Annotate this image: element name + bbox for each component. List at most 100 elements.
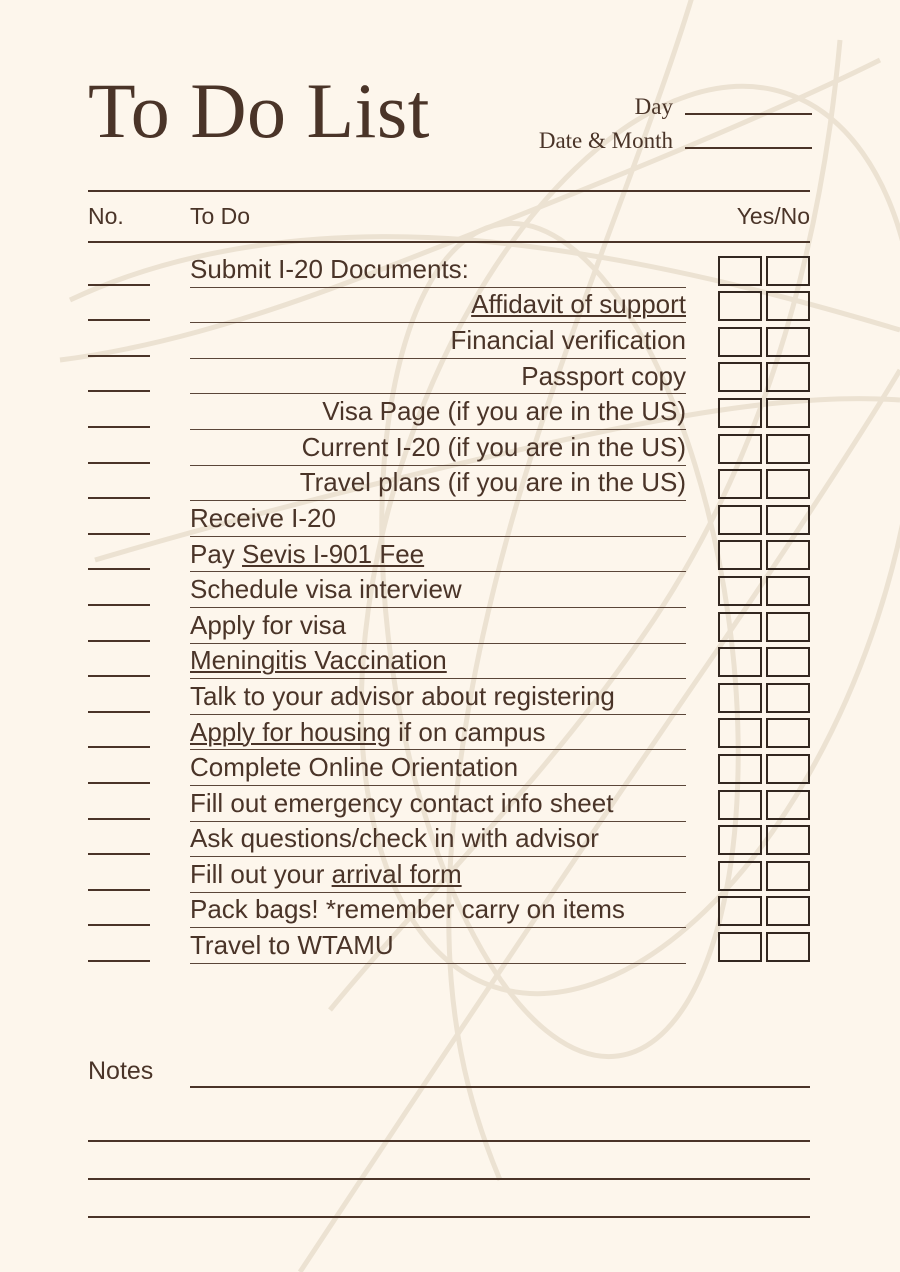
task-text: Pay Sevis I-901 Fee: [190, 541, 686, 567]
table-row: Meningitis Vaccination: [88, 644, 810, 680]
yes-checkbox[interactable]: [718, 753, 762, 784]
row-number-input-line[interactable]: [88, 888, 150, 891]
yes-checkbox[interactable]: [718, 326, 762, 357]
day-label: Day: [634, 94, 673, 119]
row-number-input-line[interactable]: [88, 817, 150, 820]
row-number-input-line[interactable]: [88, 924, 150, 927]
no-checkbox[interactable]: [766, 753, 810, 784]
yes-checkbox[interactable]: [718, 540, 762, 571]
row-number-input-line[interactable]: [88, 425, 150, 428]
row-number-input-line[interactable]: [88, 639, 150, 642]
task-text: Travel plans (if you are in the US): [190, 469, 686, 495]
row-number-input-line[interactable]: [88, 746, 150, 749]
task-cell: Receive I-20: [190, 500, 686, 537]
table-row: Ask questions/check in with advisor: [88, 822, 810, 858]
yes-no-checkboxes: [718, 825, 810, 856]
yes-checkbox[interactable]: [718, 860, 762, 891]
row-number-input-line[interactable]: [88, 319, 150, 322]
row-number-input-line[interactable]: [88, 354, 150, 357]
no-checkbox[interactable]: [766, 931, 810, 962]
no-checkbox[interactable]: [766, 825, 810, 856]
column-header-no: No.: [88, 203, 124, 229]
row-number-input-line[interactable]: [88, 497, 150, 500]
task-link[interactable]: Sevis I-901 Fee: [242, 539, 424, 569]
yes-checkbox[interactable]: [718, 789, 762, 820]
table-row: Pack bags! *remember carry on items: [88, 893, 810, 929]
task-cell: Ask questions/check in with advisor: [190, 821, 686, 858]
notes-line-2[interactable]: [88, 1140, 810, 1142]
yes-checkbox[interactable]: [718, 255, 762, 286]
task-cell: Meningitis Vaccination: [190, 643, 686, 680]
date-month-input-line[interactable]: [685, 147, 812, 149]
no-checkbox[interactable]: [766, 611, 810, 642]
yes-checkbox[interactable]: [718, 896, 762, 927]
table-row: Affidavit of support: [88, 288, 810, 324]
column-header-yesno: Yes/No: [736, 203, 810, 229]
task-cell: Travel plans (if you are in the US): [190, 465, 686, 502]
no-checkbox[interactable]: [766, 326, 810, 357]
header-meta: Day Date & Month: [470, 88, 812, 156]
yes-checkbox[interactable]: [718, 433, 762, 464]
no-checkbox[interactable]: [766, 504, 810, 535]
table-row: Fill out your arrival form: [88, 857, 810, 893]
yes-no-checkboxes: [718, 647, 810, 678]
row-number-input-line[interactable]: [88, 532, 150, 535]
row-number-input-line[interactable]: [88, 461, 150, 464]
task-cell: Complete Online Orientation: [190, 749, 686, 786]
yes-no-checkboxes: [718, 896, 810, 927]
notes-line-1[interactable]: [190, 1086, 810, 1088]
row-number-input-line[interactable]: [88, 710, 150, 713]
no-checkbox[interactable]: [766, 433, 810, 464]
no-checkbox[interactable]: [766, 718, 810, 749]
task-text: Meningitis Vaccination: [190, 647, 686, 673]
no-checkbox[interactable]: [766, 575, 810, 606]
task-text: Schedule visa interview: [190, 576, 686, 602]
task-link[interactable]: Apply for housing: [190, 717, 391, 747]
task-link[interactable]: arrival form: [332, 859, 462, 889]
no-checkbox[interactable]: [766, 469, 810, 500]
row-number-input-line[interactable]: [88, 568, 150, 571]
task-text: Pack bags! *remember carry on items: [190, 896, 686, 922]
no-checkbox[interactable]: [766, 896, 810, 927]
no-checkbox[interactable]: [766, 789, 810, 820]
no-checkbox[interactable]: [766, 255, 810, 286]
yes-checkbox[interactable]: [718, 362, 762, 393]
table-row: Travel plans (if you are in the US): [88, 466, 810, 502]
yes-checkbox[interactable]: [718, 931, 762, 962]
yes-checkbox[interactable]: [718, 682, 762, 713]
row-number-input-line[interactable]: [88, 603, 150, 606]
table-row: Talk to your advisor about registering: [88, 679, 810, 715]
yes-no-checkboxes: [718, 753, 810, 784]
yes-checkbox[interactable]: [718, 611, 762, 642]
row-number-input-line[interactable]: [88, 853, 150, 856]
row-number-input-line[interactable]: [88, 283, 150, 286]
task-link[interactable]: Meningitis Vaccination: [190, 645, 447, 675]
row-number-input-line[interactable]: [88, 959, 150, 962]
day-input-line[interactable]: [685, 113, 812, 115]
yes-checkbox[interactable]: [718, 575, 762, 606]
row-number-input-line[interactable]: [88, 675, 150, 678]
yes-checkbox[interactable]: [718, 647, 762, 678]
task-rows: Submit I-20 Documents: Affidavit of suppo…: [88, 252, 810, 964]
row-number-input-line[interactable]: [88, 781, 150, 784]
notes-line-4[interactable]: [88, 1216, 810, 1218]
no-checkbox[interactable]: [766, 647, 810, 678]
yes-checkbox[interactable]: [718, 469, 762, 500]
yes-checkbox[interactable]: [718, 825, 762, 856]
yes-no-checkboxes: [718, 433, 810, 464]
no-checkbox[interactable]: [766, 397, 810, 428]
yes-checkbox[interactable]: [718, 397, 762, 428]
no-checkbox[interactable]: [766, 540, 810, 571]
notes-line-3[interactable]: [88, 1178, 810, 1180]
task-label: Pack bags! *remember carry on items: [190, 894, 625, 925]
row-number-input-line[interactable]: [88, 390, 150, 393]
yes-checkbox[interactable]: [718, 504, 762, 535]
no-checkbox[interactable]: [766, 291, 810, 322]
no-checkbox[interactable]: [766, 860, 810, 891]
task-link[interactable]: Affidavit of support: [471, 289, 686, 319]
task-cell: Passport copy: [190, 358, 686, 395]
yes-checkbox[interactable]: [718, 718, 762, 749]
yes-checkbox[interactable]: [718, 291, 762, 322]
no-checkbox[interactable]: [766, 362, 810, 393]
no-checkbox[interactable]: [766, 682, 810, 713]
